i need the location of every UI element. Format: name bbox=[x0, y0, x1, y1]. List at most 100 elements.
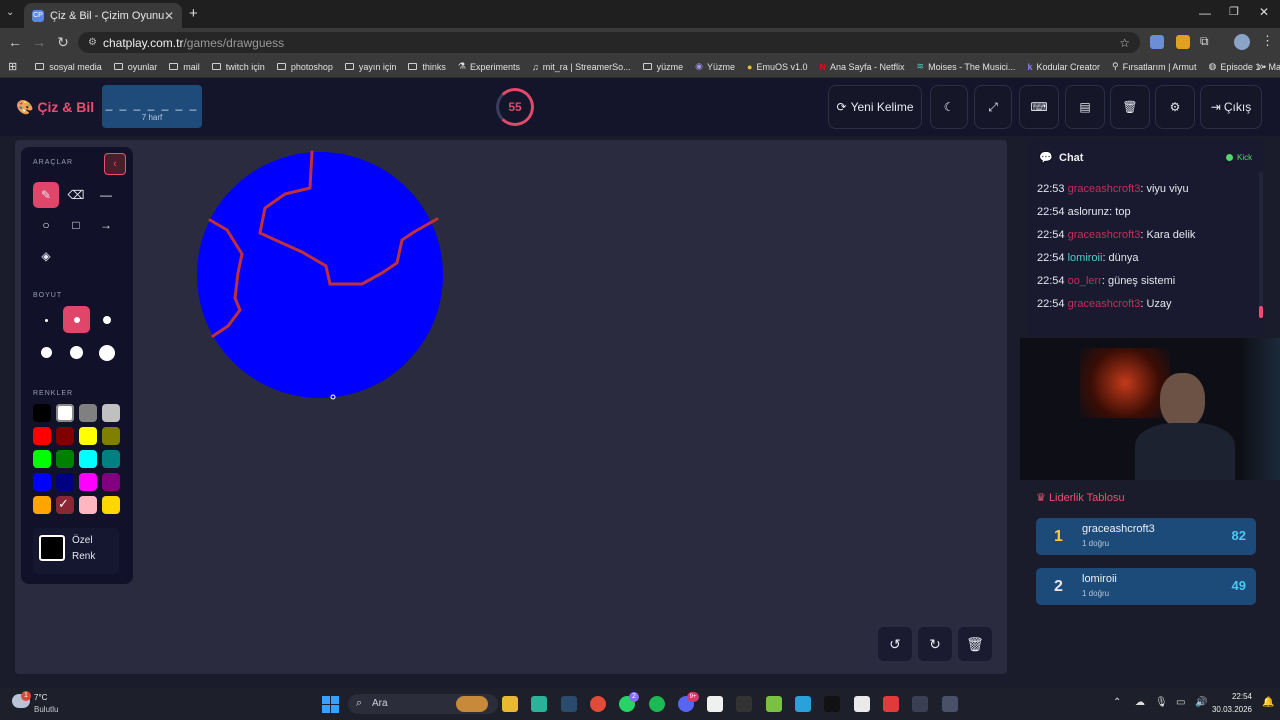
weather-desc[interactable]: Bulutlu bbox=[34, 705, 58, 714]
bookmark-item[interactable]: sosyal media bbox=[35, 62, 102, 72]
size-option[interactable] bbox=[45, 319, 48, 322]
app-icon[interactable] bbox=[882, 696, 899, 712]
bookmark-item[interactable]: N Ana Sayfa - Netflix bbox=[820, 62, 905, 72]
fill-tool[interactable]: ◈ bbox=[33, 243, 59, 269]
color-swatch[interactable] bbox=[79, 450, 97, 468]
color-swatch[interactable] bbox=[33, 427, 51, 445]
eraser-tool[interactable]: ⌫ bbox=[63, 182, 89, 208]
color-swatch[interactable] bbox=[102, 496, 120, 514]
tray-cloud-icon[interactable]: ☁ bbox=[1135, 697, 1145, 708]
color-swatch[interactable] bbox=[56, 404, 74, 422]
size-option[interactable] bbox=[99, 345, 115, 361]
bookmark-item[interactable]: ♫ mit_ra | StreamerSo... bbox=[532, 62, 631, 72]
bookmark-item[interactable]: ≋ Moises - The Musici... bbox=[917, 61, 1016, 72]
microphone-icon[interactable]: 🎙 bbox=[1155, 697, 1168, 708]
menu-kebab-icon[interactable]: ⋮ bbox=[1261, 33, 1274, 49]
bookmark-item[interactable]: yayın için bbox=[344, 62, 396, 72]
extensions-puzzle-icon[interactable]: ⧉ bbox=[1200, 34, 1209, 49]
color-swatch[interactable] bbox=[102, 450, 120, 468]
archive-button[interactable]: ▤ bbox=[1065, 85, 1105, 129]
network-tool-icon[interactable] bbox=[912, 696, 929, 712]
new-tab-icon[interactable]: + bbox=[189, 5, 198, 22]
close-tab-icon[interactable]: ✕ bbox=[164, 9, 174, 23]
taskbar-search[interactable]: ⌕ Ara bbox=[348, 694, 498, 714]
profile-avatar[interactable] bbox=[1234, 34, 1250, 50]
rectangle-tool[interactable]: □ bbox=[63, 212, 89, 238]
tray-chevron-icon[interactable]: ⌃ bbox=[1113, 697, 1121, 708]
tiktok-icon[interactable] bbox=[824, 696, 841, 712]
bookmark-item[interactable]: ⚗ Experiments bbox=[458, 61, 520, 72]
maximize-icon[interactable]: ❐ bbox=[1229, 5, 1239, 18]
weather-temp[interactable]: 7°C bbox=[34, 693, 47, 702]
color-swatch[interactable] bbox=[33, 450, 51, 468]
undo-button[interactable]: ↺ bbox=[878, 627, 912, 661]
more-bookmarks-icon[interactable]: » bbox=[1258, 61, 1264, 73]
dev-app-icon[interactable] bbox=[531, 696, 548, 712]
color-swatch[interactable] bbox=[102, 427, 120, 445]
bookmark-item[interactable]: twitch için bbox=[211, 62, 265, 72]
color-swatch[interactable] bbox=[79, 427, 97, 445]
chrome-icon[interactable] bbox=[589, 696, 606, 712]
apps-grid-icon[interactable]: ⊞ bbox=[8, 60, 17, 73]
steam-icon[interactable] bbox=[560, 696, 577, 712]
custom-color-picker[interactable]: Özel Renk bbox=[33, 528, 119, 574]
color-swatch[interactable] bbox=[33, 473, 51, 491]
chat-scrollbar[interactable] bbox=[1259, 172, 1263, 318]
bluestacks-icon[interactable] bbox=[765, 696, 782, 712]
windows-start-icon[interactable] bbox=[322, 696, 339, 713]
size-option[interactable] bbox=[41, 347, 52, 358]
capcut-icon[interactable] bbox=[707, 696, 724, 712]
scrollbar-thumb[interactable] bbox=[1259, 306, 1263, 318]
size-option[interactable] bbox=[70, 346, 83, 359]
extension-icon[interactable] bbox=[1150, 35, 1164, 49]
forward-icon[interactable]: → bbox=[30, 33, 48, 51]
file-explorer-icon[interactable] bbox=[502, 696, 518, 712]
extension-icon[interactable] bbox=[1176, 35, 1190, 49]
notification-bell-icon[interactable]: 🔔 bbox=[1262, 697, 1274, 708]
tab-search-icon[interactable]: ⌄ bbox=[6, 7, 14, 18]
clock-time[interactable]: 22:54 bbox=[1212, 692, 1252, 701]
site-info-icon[interactable]: ⚙ bbox=[88, 37, 97, 48]
redo-button[interactable]: ↻ bbox=[918, 627, 952, 661]
bookmark-item[interactable]: ● EmuOS v1.0 bbox=[747, 62, 807, 72]
bookmark-star-icon[interactable]: ☆ bbox=[1119, 36, 1130, 50]
exit-button[interactable]: ⇥ Çıkış bbox=[1200, 85, 1262, 129]
bookmark-item[interactable]: k Kodular Creator bbox=[1027, 62, 1100, 72]
telegram-icon[interactable] bbox=[795, 696, 811, 712]
bookmark-item[interactable]: yüzme bbox=[642, 62, 683, 72]
epic-games-icon[interactable] bbox=[736, 696, 753, 712]
collapse-panel-button[interactable]: ‹ bbox=[104, 153, 126, 175]
brush-tool[interactable]: ✎ bbox=[33, 182, 59, 208]
color-swatch[interactable] bbox=[56, 427, 74, 445]
color-swatch[interactable] bbox=[33, 404, 51, 422]
back-icon[interactable]: ← bbox=[6, 33, 24, 51]
url-field[interactable]: ⚙ chatplay.com.tr/games/drawguess ☆ bbox=[78, 32, 1140, 53]
bookmark-item[interactable]: ◉ Yüzme bbox=[695, 61, 735, 72]
yandex-icon[interactable] bbox=[853, 696, 870, 712]
size-option[interactable] bbox=[74, 317, 80, 323]
bookmark-item[interactable]: thinks bbox=[408, 62, 446, 72]
drawing-canvas[interactable] bbox=[15, 140, 1007, 674]
minimize-icon[interactable]: — bbox=[1199, 6, 1211, 20]
browser-tab[interactable]: CP Çiz & Bil - Çizim Oyunu ✕ bbox=[24, 3, 182, 28]
bookmark-item[interactable]: mail bbox=[169, 62, 200, 72]
color-swatch[interactable] bbox=[79, 404, 97, 422]
arrow-tool[interactable]: → bbox=[93, 212, 119, 238]
bookmark-item[interactable]: photoshop bbox=[276, 62, 333, 72]
close-window-icon[interactable]: ✕ bbox=[1259, 5, 1269, 19]
bookmark-item[interactable]: ◍ Episode 1 • Max bbox=[1208, 61, 1280, 72]
clear-canvas-button[interactable]: 🗑 bbox=[958, 627, 992, 661]
calculator-icon[interactable] bbox=[941, 696, 958, 712]
bookmark-item[interactable]: oyunlar bbox=[113, 62, 157, 72]
circle-tool[interactable]: ○ bbox=[33, 212, 59, 238]
new-word-button[interactable]: ⟳ Yeni Kelime bbox=[828, 85, 922, 129]
color-swatch[interactable] bbox=[102, 473, 120, 491]
spotify-icon[interactable] bbox=[648, 696, 665, 712]
color-swatch[interactable] bbox=[56, 450, 74, 468]
reload-icon[interactable]: ↻ bbox=[54, 33, 72, 51]
size-option[interactable] bbox=[103, 316, 111, 324]
keyboard-button[interactable]: ⌨ bbox=[1019, 85, 1059, 129]
theme-toggle-button[interactable]: ☾ bbox=[930, 85, 968, 129]
clock-date[interactable]: 30.03.2026 bbox=[1206, 705, 1252, 714]
color-swatch[interactable] bbox=[33, 496, 51, 514]
